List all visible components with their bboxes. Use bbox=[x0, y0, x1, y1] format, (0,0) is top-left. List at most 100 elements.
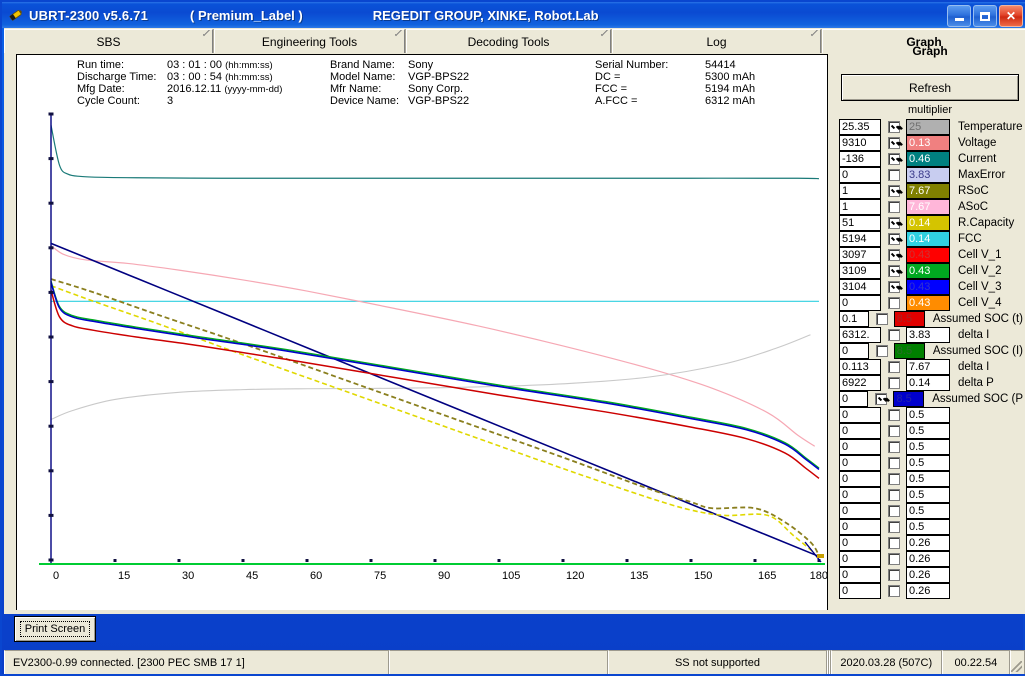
legend-multiplier-field[interactable]: 3.83 bbox=[906, 327, 950, 343]
legend-checkbox[interactable] bbox=[875, 345, 888, 357]
legend-value-field[interactable]: 0 bbox=[839, 503, 881, 519]
refresh-button[interactable]: Refresh bbox=[841, 74, 1019, 101]
legend-value-field[interactable]: 0 bbox=[839, 567, 881, 583]
legend-checkbox[interactable] bbox=[888, 377, 900, 389]
legend-checkbox[interactable] bbox=[888, 441, 900, 453]
legend-multiplier-field[interactable]: 8.5 bbox=[893, 311, 925, 327]
legend-checkbox[interactable] bbox=[888, 137, 900, 149]
legend-checkbox[interactable] bbox=[888, 489, 900, 501]
legend-value-field[interactable]: 3109 bbox=[839, 263, 881, 279]
legend-value-field[interactable]: 0 bbox=[839, 551, 881, 567]
tab-sbs[interactable]: SBS bbox=[4, 29, 213, 53]
legend-checkbox[interactable] bbox=[888, 329, 900, 341]
legend-checkbox[interactable] bbox=[888, 153, 900, 165]
legend-checkbox[interactable] bbox=[888, 537, 900, 549]
legend-checkbox[interactable] bbox=[888, 297, 900, 309]
legend-multiplier-field[interactable]: 0.5 bbox=[906, 471, 950, 487]
legend-multiplier-field[interactable]: 0.43 bbox=[906, 247, 950, 263]
legend-value-field[interactable]: -136 bbox=[839, 151, 881, 167]
legend-value-field[interactable]: 0 bbox=[839, 295, 881, 311]
legend-multiplier-field[interactable]: 0.43 bbox=[906, 279, 950, 295]
legend-checkbox[interactable] bbox=[888, 521, 900, 533]
close-button[interactable]: ✕ bbox=[999, 5, 1023, 27]
legend-multiplier-field[interactable]: 0.5 bbox=[906, 487, 950, 503]
legend-checkbox[interactable] bbox=[888, 233, 900, 245]
legend-value-field[interactable]: 0 bbox=[839, 535, 881, 551]
legend-checkbox[interactable] bbox=[875, 393, 888, 405]
legend-checkbox[interactable] bbox=[888, 457, 900, 469]
legend-multiplier-field[interactable]: 0.5 bbox=[906, 455, 950, 471]
legend-value-field[interactable]: 1 bbox=[839, 183, 881, 199]
legend-checkbox[interactable] bbox=[888, 201, 900, 213]
legend-value-field[interactable]: 6312. bbox=[839, 327, 881, 343]
legend-value-field[interactable]: 0 bbox=[839, 487, 881, 503]
legend-value-field[interactable]: 9310 bbox=[839, 135, 881, 151]
legend-value-field[interactable]: 25.35 bbox=[839, 119, 881, 135]
legend-multiplier-field[interactable]: 0.14 bbox=[906, 215, 950, 231]
legend-value-field[interactable]: 6922 bbox=[839, 375, 881, 391]
legend-checkbox[interactable] bbox=[888, 249, 900, 261]
legend-checkbox[interactable] bbox=[888, 217, 900, 229]
legend-multiplier-field[interactable]: 0.43 bbox=[906, 295, 950, 311]
legend-multiplier-field[interactable]: 0.5 bbox=[906, 503, 950, 519]
legend-value-field[interactable]: 5194 bbox=[839, 231, 881, 247]
legend-multiplier-field[interactable]: 0.46 bbox=[906, 151, 950, 167]
legend-multiplier-field[interactable]: 0.5 bbox=[906, 519, 950, 535]
print-screen-button[interactable]: Print Screen bbox=[14, 616, 96, 642]
legend-multiplier-field[interactable]: 0.5 bbox=[906, 423, 950, 439]
legend-checkbox[interactable] bbox=[888, 569, 900, 581]
legend-value-field[interactable]: 51 bbox=[839, 215, 881, 231]
legend-value-field[interactable]: 0 bbox=[839, 583, 881, 599]
legend-multiplier-field[interactable]: 0.43 bbox=[906, 263, 950, 279]
legend-value-field[interactable]: 0 bbox=[839, 519, 881, 535]
legend-multiplier-field[interactable]: 25 bbox=[906, 119, 950, 135]
legend-value-field[interactable]: 0 bbox=[839, 471, 881, 487]
legend-checkbox[interactable] bbox=[888, 473, 900, 485]
legend-multiplier-field[interactable]: 8.5 bbox=[893, 343, 925, 359]
legend-multiplier-field[interactable]: 0.26 bbox=[906, 583, 950, 599]
legend-checkbox[interactable] bbox=[888, 265, 900, 277]
legend-value-field[interactable]: 0 bbox=[839, 407, 881, 423]
legend-checkbox[interactable] bbox=[888, 185, 900, 197]
legend-value-field[interactable]: 0 bbox=[839, 423, 881, 439]
legend-checkbox[interactable] bbox=[888, 121, 900, 133]
legend-value-field[interactable]: 0.1 bbox=[839, 311, 869, 327]
legend-multiplier-field[interactable]: 0.26 bbox=[906, 535, 950, 551]
legend-checkbox[interactable] bbox=[888, 553, 900, 565]
resize-grip[interactable] bbox=[1010, 650, 1025, 674]
legend-value-field[interactable]: 0 bbox=[839, 167, 881, 183]
legend-multiplier-field[interactable]: 8.5 bbox=[893, 391, 925, 407]
legend-value-field[interactable]: 3104 bbox=[839, 279, 881, 295]
legend-multiplier-field[interactable]: 0.13 bbox=[906, 135, 950, 151]
tab-decoding-tools[interactable]: Decoding Tools bbox=[406, 29, 611, 53]
legend-checkbox[interactable] bbox=[875, 313, 888, 325]
tab-log[interactable]: Log bbox=[612, 29, 821, 53]
legend-checkbox[interactable] bbox=[888, 361, 900, 373]
maximize-button[interactable] bbox=[973, 5, 997, 27]
legend-checkbox[interactable] bbox=[888, 409, 900, 421]
legend-value-field[interactable]: 0 bbox=[839, 391, 869, 407]
legend-value-field[interactable]: 1 bbox=[839, 199, 881, 215]
legend-multiplier-field[interactable]: 0.5 bbox=[906, 439, 950, 455]
legend-multiplier-field[interactable]: 0.14 bbox=[906, 375, 950, 391]
legend-multiplier-field[interactable]: 0.26 bbox=[906, 551, 950, 567]
legend-multiplier-field[interactable]: 0.14 bbox=[906, 231, 950, 247]
legend-value-field[interactable]: 0 bbox=[839, 439, 881, 455]
legend-checkbox[interactable] bbox=[888, 505, 900, 517]
legend-checkbox[interactable] bbox=[888, 425, 900, 437]
legend-value-field[interactable]: 0.113 bbox=[839, 359, 881, 375]
minimize-button[interactable] bbox=[947, 5, 971, 27]
legend-checkbox[interactable] bbox=[888, 585, 900, 597]
legend-multiplier-field[interactable]: 0.26 bbox=[906, 567, 950, 583]
legend-multiplier-field[interactable]: 7.67 bbox=[906, 359, 950, 375]
legend-checkbox[interactable] bbox=[888, 169, 900, 181]
legend-multiplier-field[interactable]: 3.83 bbox=[906, 167, 950, 183]
tab-engineering-tools[interactable]: Engineering Tools bbox=[214, 29, 405, 53]
legend-value-field[interactable]: 0 bbox=[839, 455, 881, 471]
legend-value-field[interactable]: 3097 bbox=[839, 247, 881, 263]
legend-multiplier-field[interactable]: 7.67 bbox=[906, 183, 950, 199]
legend-value-field[interactable]: 0 bbox=[839, 343, 869, 359]
legend-multiplier-field[interactable]: 0.5 bbox=[906, 407, 950, 423]
legend-checkbox[interactable] bbox=[888, 281, 900, 293]
legend-multiplier-field[interactable]: 7.67 bbox=[906, 199, 950, 215]
